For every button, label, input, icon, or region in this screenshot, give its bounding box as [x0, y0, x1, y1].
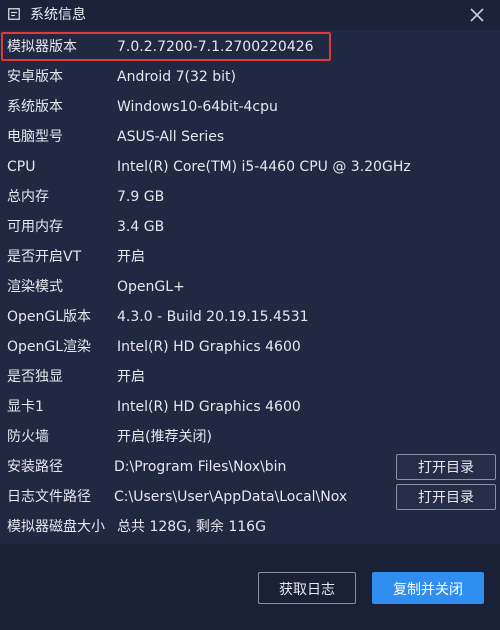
info-panel: 模拟器版本 7.0.2.7200-7.1.2700220426 安卓版本 And…: [0, 30, 500, 544]
info-row-firewall: 防火墙 开启(推荐关闭): [0, 422, 500, 452]
info-label: 是否独显: [7, 369, 63, 385]
info-label: 显卡1: [7, 399, 44, 415]
info-row-gpu1: 显卡1 Intel(R) HD Graphics 4600: [0, 392, 500, 422]
info-label: 日志文件路径: [7, 489, 91, 505]
info-value: D:\Program Files\Nox\bin: [114, 459, 287, 475]
info-label: 系统版本: [7, 99, 63, 115]
info-label: 渲染模式: [7, 279, 63, 295]
info-row-opengl-version: OpenGL版本 4.3.0 - Build 20.19.15.4531: [0, 302, 500, 332]
info-label: 可用内存: [7, 219, 63, 235]
info-value: Intel(R) HD Graphics 4600: [117, 339, 301, 355]
info-value: Intel(R) HD Graphics 4600: [117, 399, 301, 415]
info-value: 开启: [117, 249, 145, 265]
info-value: Intel(R) Core(TM) i5-4460 CPU @ 3.20GHz: [117, 159, 411, 175]
info-row-total-memory: 总内存 7.9 GB: [0, 182, 500, 212]
info-value: 总共 128G, 剩余 116G: [117, 519, 266, 535]
info-label: OpenGL版本: [7, 309, 92, 325]
info-row-discrete-gpu: 是否独显 开启: [0, 362, 500, 392]
info-label: 是否开启VT: [7, 249, 82, 265]
open-log-dir-button[interactable]: 打开目录: [396, 484, 496, 510]
info-label: 总内存: [7, 189, 49, 205]
info-row-emulator-version: 模拟器版本 7.0.2.7200-7.1.2700220426: [0, 32, 500, 62]
info-row-disk-size: 模拟器磁盘大小 总共 128G, 剩余 116G: [0, 512, 500, 542]
info-value: OpenGL+: [117, 279, 185, 295]
info-value: 3.4 GB: [117, 219, 165, 235]
open-install-dir-button[interactable]: 打开目录: [396, 454, 496, 480]
system-info-window: 系统信息 模拟器版本 7.0.2.7200-7.1.2700220426 安卓版…: [0, 0, 500, 630]
info-row-available-memory: 可用内存 3.4 GB: [0, 212, 500, 242]
info-label: 防火墙: [7, 429, 49, 445]
info-row-system-version: 系统版本 Windows10-64bit-4cpu: [0, 92, 500, 122]
info-label: CPU: [7, 159, 36, 175]
info-value: 7.9 GB: [117, 189, 165, 205]
info-value: C:\Users\User\AppData\Local\Nox: [114, 489, 348, 505]
info-row-pc-model: 电脑型号 ASUS-All Series: [0, 122, 500, 152]
info-row-render-mode: 渲染模式 OpenGL+: [0, 272, 500, 302]
info-value: ASUS-All Series: [117, 129, 225, 145]
info-label: OpenGL渲染: [7, 339, 92, 355]
info-value: Windows10-64bit-4cpu: [117, 99, 278, 115]
close-icon[interactable]: [468, 6, 486, 24]
copy-and-close-button[interactable]: 复制并关闭: [372, 572, 484, 604]
info-row-vt-enabled: 是否开启VT 开启: [0, 242, 500, 272]
window-info-icon: [8, 8, 20, 20]
info-label: 模拟器版本: [7, 39, 77, 55]
info-value: Android 7(32 bit): [117, 69, 236, 85]
info-row-android-version: 安卓版本 Android 7(32 bit): [0, 62, 500, 92]
info-label: 模拟器磁盘大小: [7, 519, 105, 535]
info-label: 安卓版本: [7, 69, 63, 85]
info-row-opengl-renderer: OpenGL渲染 Intel(R) HD Graphics 4600: [0, 332, 500, 362]
info-value: 开启: [117, 369, 145, 385]
title-bar: 系统信息: [0, 0, 500, 30]
info-value: 4.3.0 - Build 20.19.15.4531: [117, 309, 309, 325]
footer-bar: 获取日志 复制并关闭: [0, 544, 500, 630]
info-value: 开启(推荐关闭): [117, 429, 212, 445]
get-log-button[interactable]: 获取日志: [258, 572, 356, 604]
window-title: 系统信息: [30, 7, 86, 23]
info-row-cpu: CPU Intel(R) Core(TM) i5-4460 CPU @ 3.20…: [0, 152, 500, 182]
info-label: 电脑型号: [7, 129, 63, 145]
info-label: 安装路径: [7, 459, 63, 475]
info-value: 7.0.2.7200-7.1.2700220426: [117, 39, 314, 55]
